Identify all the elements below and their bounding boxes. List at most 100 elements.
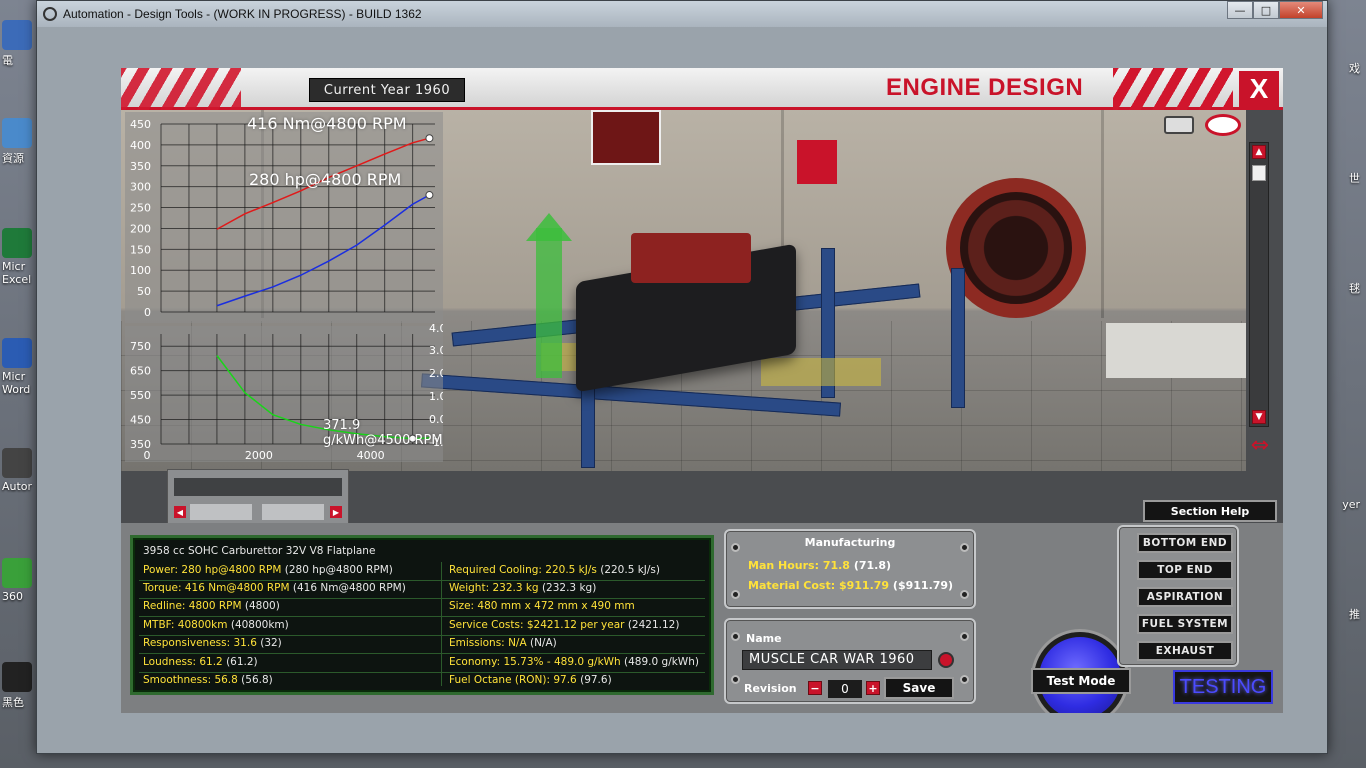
bolt-icon — [731, 632, 740, 641]
stats-row-divider — [139, 580, 705, 581]
top-banner: Current Year 1960 ENGINE DESIGN X — [121, 68, 1283, 110]
man-hours-value: Man Hours: 71.8 — [748, 559, 850, 572]
section-button-top-end[interactable]: TOP END — [1137, 560, 1233, 580]
close-window-button[interactable]: ✕ — [1279, 1, 1323, 19]
stat-row: Economy: 15.73% - 489.0 g/kWh (489.0 g/k… — [449, 656, 699, 668]
desktop-icon-label: 電 — [2, 54, 13, 67]
gizmo-y-axis[interactable] — [536, 228, 562, 378]
manufacturing-panel: Manufacturing Man Hours: 71.8 (71.8) Mat… — [724, 529, 976, 609]
section-help-button[interactable]: Section Help — [1143, 500, 1277, 522]
stat-value: Torque: 416 Nm@4800 RPM — [143, 582, 290, 594]
maximize-button[interactable]: □ — [1253, 1, 1279, 19]
stat-row: Responsiveness: 31.6 (32) — [143, 637, 282, 649]
section-button-fuel-system[interactable]: FUEL SYSTEM — [1137, 614, 1233, 634]
stat-row: Weight: 232.3 kg (232.3 kg) — [449, 582, 596, 594]
stat-row: Required Cooling: 220.5 kJ/s (220.5 kJ/s… — [449, 564, 660, 576]
torque-peak-marker[interactable] — [425, 134, 434, 143]
stat-row: Smoothness: 56.8 (56.8) — [143, 674, 273, 686]
revision-increment-button[interactable]: + — [866, 681, 880, 695]
sections-panel: BOTTOM END TOP END ASPIRATION FUEL SYSTEM EX… — [1117, 525, 1239, 667]
randomize-name-icon[interactable] — [938, 652, 954, 668]
naming-panel: Name MUSCLE CAR WAR 1960 Revision − 0 + … — [724, 618, 976, 704]
save-button[interactable]: Save — [884, 677, 954, 699]
gizmo-z-axis[interactable] — [761, 358, 881, 386]
testing-button[interactable]: TESTING — [1173, 670, 1273, 704]
zoom-scrollbar[interactable]: ▲ ▼ — [1249, 142, 1269, 427]
reset-view-icon[interactable]: ⇔ — [1243, 433, 1277, 458]
x-tick-label: 4000 — [357, 449, 385, 462]
desktop-icon[interactable]: 電 — [2, 20, 38, 68]
y2-tick-label: 2.0 — [429, 367, 443, 380]
engine-name-input[interactable]: MUSCLE CAR WAR 1960 — [742, 650, 932, 670]
exit-designer-button[interactable]: X — [1239, 71, 1279, 107]
y-tick-label: 50 — [137, 285, 151, 298]
stat-previous: (416 Nm@4800 RPM) — [292, 582, 406, 594]
desktop-icon-label[interactable]: 世 — [1349, 170, 1360, 186]
desktop-icon[interactable]: Micr Excel — [2, 228, 38, 286]
revision-decrement-button[interactable]: − — [808, 681, 822, 695]
stat-value: Loudness: 61.2 — [143, 656, 223, 668]
window-titlebar[interactable]: Automation - Design Tools - (WORK IN PRO… — [37, 1, 1327, 27]
engine-stand-post — [951, 268, 965, 408]
desktop-app-icon — [2, 558, 32, 588]
desktop-icon-label[interactable]: 推 — [1349, 606, 1360, 622]
desktop-icon-label[interactable]: 毬 — [1349, 280, 1360, 296]
current-year: Current Year 1960 — [309, 78, 465, 102]
power-peak-marker[interactable] — [425, 191, 434, 200]
stat-row: Loudness: 61.2 (61.2) — [143, 656, 258, 668]
material-cost-previous: ($911.79) — [892, 579, 954, 592]
workbench — [1106, 323, 1246, 378]
desktop-icon[interactable]: 360 — [2, 558, 38, 603]
section-button-bottom-end[interactable]: BOTTOM END — [1137, 533, 1233, 553]
section-button-aspiration[interactable]: ASPIRATION — [1137, 587, 1233, 607]
stat-previous: (61.2) — [226, 656, 258, 668]
prev-part-icon[interactable]: ◀ — [174, 506, 186, 518]
next-part-icon[interactable]: ▶ — [330, 506, 342, 518]
desktop-app-icon — [2, 662, 32, 692]
scroll-down-icon[interactable]: ▼ — [1252, 410, 1266, 424]
part-slot[interactable] — [262, 504, 324, 520]
part-slot[interactable] — [190, 504, 252, 520]
desktop-icon[interactable]: 資源 — [2, 118, 38, 166]
screen-title: ENGINE DESIGN — [886, 74, 1084, 101]
dyno-fan — [946, 178, 1086, 318]
section-button-exhaust[interactable]: EXHAUST — [1137, 641, 1233, 661]
desktop-icon-label[interactable]: 戏 — [1349, 60, 1360, 76]
stats-row-divider — [139, 672, 705, 673]
stats-row-divider — [139, 653, 705, 654]
y-tick-label: 650 — [130, 365, 151, 378]
stat-previous: (232.3 kg) — [541, 582, 597, 594]
stat-row: Power: 280 hp@4800 RPM (280 hp@4800 RPM) — [143, 564, 393, 576]
stats-row-divider — [139, 616, 705, 617]
desktop-icon-label[interactable]: yer — [1342, 498, 1360, 511]
eye-icon[interactable] — [1205, 114, 1241, 136]
minimize-button[interactable]: — — [1227, 1, 1253, 19]
stat-previous: (97.6) — [580, 674, 612, 686]
stat-value: Required Cooling: 220.5 kJ/s — [449, 564, 597, 576]
scroll-up-icon[interactable]: ▲ — [1252, 145, 1266, 159]
stat-row: MTBF: 40800km (40800km) — [143, 619, 289, 631]
test-mode-button[interactable]: Test Mode — [1031, 668, 1131, 694]
stat-row: Emissions: N/A (N/A) — [449, 637, 557, 649]
desktop-app-icon — [2, 338, 32, 368]
economy-peak-label: 371.9 g/kWh@4500 RPM — [323, 418, 443, 448]
camera-icon[interactable] — [1164, 116, 1194, 134]
zoom-thumb[interactable] — [1252, 165, 1266, 181]
y-tick-label: 750 — [130, 340, 151, 353]
y-tick-label: 450 — [130, 414, 151, 427]
fire-extinguisher-sign — [797, 140, 837, 184]
engine-description: 3958 cc SOHC Carburettor 32V V8 Flatplan… — [143, 545, 376, 557]
stat-value: Responsiveness: 31.6 — [143, 637, 257, 649]
desktop-app-icon — [2, 20, 32, 50]
stats-row-divider — [139, 598, 705, 599]
desktop-icon-label: Micr Excel — [2, 260, 32, 286]
y-tick-label: 250 — [130, 202, 151, 215]
material-cost: Material Cost: $911.79 ($911.79) — [748, 579, 953, 592]
bolt-icon — [731, 675, 740, 684]
desktop-icon[interactable]: Micr Word — [2, 338, 38, 396]
y-tick-label: 100 — [130, 264, 151, 277]
desktop-icon[interactable]: Autor — [2, 448, 38, 493]
chart-svg: 450 400 350 300 250 200 150 100 50 0 750 650 550 450 3… — [125, 112, 443, 462]
desktop-icon[interactable]: 黑色 — [2, 662, 38, 710]
y2-tick-label: 3.0 — [429, 344, 443, 357]
